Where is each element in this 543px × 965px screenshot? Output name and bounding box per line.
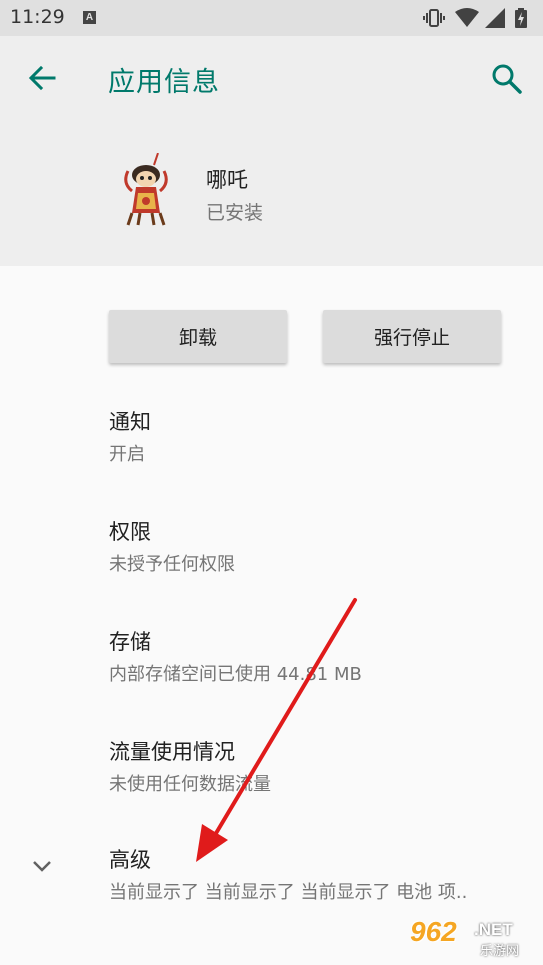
settings-item-data-usage[interactable]: 流量使用情况 未使用任何数据流量 bbox=[0, 720, 543, 820]
watermark-logo: 962 .NET 乐游网 bbox=[400, 912, 540, 962]
a-notification-icon: A bbox=[83, 11, 96, 24]
settings-item-title: 权限 bbox=[109, 520, 151, 544]
app-icon bbox=[124, 153, 168, 226]
wifi-icon bbox=[455, 8, 479, 27]
settings-item-subtitle: 开启 bbox=[109, 444, 145, 465]
watermark-number: 962 bbox=[410, 916, 457, 947]
settings-item-notifications[interactable]: 通知 开启 bbox=[0, 390, 543, 490]
page-title: 应用信息 bbox=[108, 67, 220, 98]
vibrate-icon bbox=[423, 9, 445, 27]
settings-item-title: 流量使用情况 bbox=[109, 740, 235, 764]
force-stop-button[interactable]: 强行停止 bbox=[323, 310, 501, 363]
battery-charging-icon bbox=[515, 8, 527, 28]
arrow-back-icon[interactable] bbox=[26, 62, 58, 94]
settings-item-title: 高级 bbox=[109, 848, 151, 872]
search-icon[interactable] bbox=[490, 62, 524, 96]
settings-item-storage[interactable]: 存储 内部存储空间已使用 44.81 MB bbox=[0, 610, 543, 710]
status-time: 11:29 bbox=[10, 6, 65, 28]
status-icons bbox=[423, 8, 535, 28]
settings-item-title: 通知 bbox=[109, 410, 151, 434]
watermark-site: 乐游网 bbox=[480, 944, 520, 959]
watermark-net: .NET bbox=[474, 920, 513, 939]
app-name: 哪吒 bbox=[206, 168, 248, 192]
settings-item-permissions[interactable]: 权限 未授予任何权限 bbox=[0, 500, 543, 600]
status-bar: 11:29 A bbox=[0, 0, 543, 36]
chevron-down-icon[interactable] bbox=[30, 854, 54, 878]
settings-item-subtitle: 当前显示了 当前显示了 当前显示了 电池 项.. bbox=[109, 882, 468, 903]
signal-icon bbox=[485, 8, 505, 28]
settings-item-subtitle: 未授予任何权限 bbox=[109, 554, 235, 575]
app-install-status: 已安装 bbox=[206, 202, 264, 224]
settings-item-title: 存储 bbox=[109, 630, 151, 654]
settings-item-subtitle: 未使用任何数据流量 bbox=[109, 774, 271, 795]
app-header: 应用信息 哪吒 已安装 bbox=[0, 36, 543, 266]
uninstall-button[interactable]: 卸载 bbox=[109, 310, 287, 363]
settings-item-subtitle: 内部存储空间已使用 44.81 MB bbox=[109, 664, 362, 685]
